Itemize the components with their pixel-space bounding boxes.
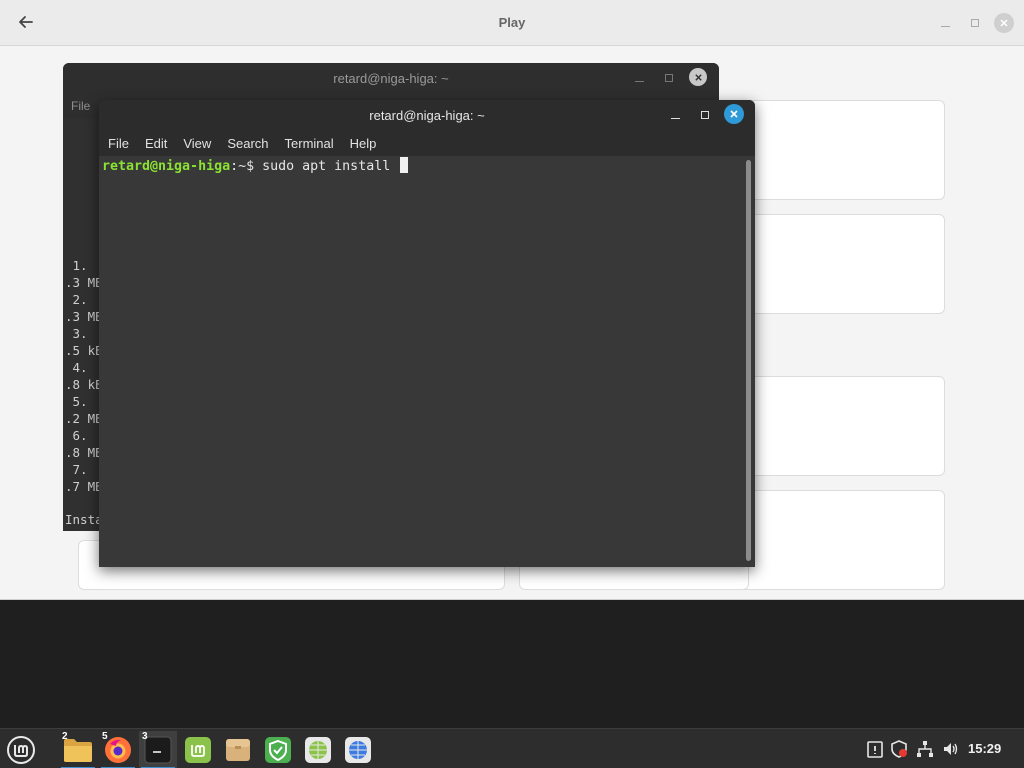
- terminal-output-line: Insta: [65, 512, 103, 527]
- close-icon: [994, 13, 1014, 33]
- play-headerbar: Play: [0, 0, 1024, 46]
- terminal-output[interactable]: retard@niga-higa:~$ sudo apt install: [99, 156, 755, 567]
- firefox-icon: [105, 737, 131, 763]
- shield-icon: [265, 737, 291, 763]
- prompt-suffix: :~$: [230, 159, 263, 174]
- terminal-output-line: 5.: [65, 394, 88, 409]
- terminal-icon: [144, 736, 172, 764]
- menu-file[interactable]: File: [108, 136, 129, 151]
- window-count-badge: 5: [102, 731, 108, 742]
- menu-file[interactable]: File: [71, 99, 90, 113]
- background-terminal-maximize-button[interactable]: [659, 68, 679, 88]
- close-icon: [724, 104, 744, 124]
- window-count-badge: 3: [142, 731, 148, 742]
- terminal-output-line: .3 MB: [65, 309, 103, 324]
- close-icon: [689, 68, 707, 86]
- prompt-user-host: retard@niga-higa: [102, 159, 231, 174]
- taskbar-app-web-blue[interactable]: [339, 731, 377, 768]
- menu-terminal[interactable]: Terminal: [285, 136, 334, 151]
- terminal-output-line: .3 MB: [65, 275, 103, 290]
- maximize-icon: [971, 19, 979, 27]
- menu-edit[interactable]: Edit: [145, 136, 167, 151]
- terminal-maximize-button[interactable]: [695, 105, 715, 125]
- taskbar: 2 5 3 15:29: [0, 728, 1024, 768]
- content-card[interactable]: [738, 100, 945, 200]
- mint-menu-button[interactable]: [2, 731, 40, 768]
- typed-command: sudo apt install: [262, 159, 399, 174]
- terminal-output-line: 3.: [65, 326, 88, 341]
- terminal-output-line: 2.: [65, 292, 88, 307]
- content-card[interactable]: [738, 214, 945, 314]
- web-app-icon: [305, 737, 331, 763]
- background-terminal-titlebar[interactable]: retard@niga-higa: ~: [63, 63, 719, 93]
- terminal-scrollbar[interactable]: [746, 160, 751, 561]
- terminal-output-line: .8 MB: [65, 445, 103, 460]
- menu-view[interactable]: View: [183, 136, 211, 151]
- tray-volume[interactable]: [941, 738, 961, 760]
- minimize-icon: [634, 80, 644, 82]
- taskbar-app-web-green[interactable]: [299, 731, 337, 768]
- taskbar-app-archive-manager[interactable]: [219, 731, 257, 768]
- update-manager-icon: [185, 737, 211, 763]
- tray-network[interactable]: [915, 738, 935, 760]
- play-maximize-button[interactable]: [965, 13, 985, 33]
- background-terminal-close-button[interactable]: [688, 67, 708, 87]
- taskbar-app-firefox[interactable]: 5: [99, 731, 137, 768]
- terminal-output-line: 1.: [65, 258, 88, 273]
- menu-help[interactable]: Help: [350, 136, 377, 151]
- terminal-close-button[interactable]: [724, 104, 744, 124]
- shield-alert-icon: [891, 740, 907, 758]
- tray-update-shield[interactable]: [889, 738, 909, 760]
- volume-icon: [944, 743, 958, 755]
- background-terminal-title: retard@niga-higa: ~: [333, 71, 449, 86]
- maximize-icon: [701, 111, 709, 119]
- terminal-window[interactable]: retard@niga-higa: ~ File Edit View Searc…: [99, 100, 755, 567]
- terminal-output-line: .8 kB: [65, 377, 103, 392]
- play-minimize-button[interactable]: [935, 13, 955, 33]
- taskbar-app-mintupdate[interactable]: [179, 731, 217, 768]
- taskbar-app-files[interactable]: 2: [59, 731, 97, 768]
- play-close-button[interactable]: [994, 13, 1014, 33]
- background-terminal-minimize-button[interactable]: [629, 68, 649, 88]
- terminal-minimize-button[interactable]: [665, 105, 685, 125]
- play-title: Play: [498, 15, 526, 30]
- terminal-prompt-line: retard@niga-higa:~$ sudo apt install: [102, 157, 409, 174]
- minimize-icon: [670, 117, 680, 119]
- terminal-output-line: 7.: [65, 462, 88, 477]
- terminal-titlebar[interactable]: retard@niga-higa: ~: [99, 100, 755, 130]
- terminal-menubar: File Edit View Search Terminal Help: [99, 130, 755, 156]
- terminal-title: retard@niga-higa: ~: [369, 108, 485, 123]
- taskbar-app-shield[interactable]: [259, 731, 297, 768]
- minimize-icon: [940, 25, 950, 27]
- archive-box-icon: [226, 739, 250, 761]
- clipboard-alert-icon: [867, 741, 883, 758]
- terminal-output-line: 6.: [65, 428, 88, 443]
- maximize-icon: [665, 74, 673, 82]
- taskbar-app-terminal[interactable]: 3: [139, 731, 177, 768]
- linux-mint-logo-icon: [7, 736, 35, 764]
- terminal-output-line: .5 kB: [65, 343, 103, 358]
- menu-search[interactable]: Search: [227, 136, 268, 151]
- terminal-output-line: 4.: [65, 360, 88, 375]
- network-icon: [917, 741, 933, 757]
- text-cursor: [400, 157, 409, 173]
- content-card[interactable]: [738, 376, 945, 476]
- window-count-badge: 2: [62, 731, 68, 742]
- terminal-output-line: .7 MB: [65, 479, 103, 494]
- clock[interactable]: 15:29: [968, 741, 1001, 756]
- tray-notifications[interactable]: [865, 738, 885, 760]
- web-app-icon: [345, 737, 371, 763]
- terminal-output-line: .2 MB: [65, 411, 103, 426]
- content-card[interactable]: [738, 490, 945, 590]
